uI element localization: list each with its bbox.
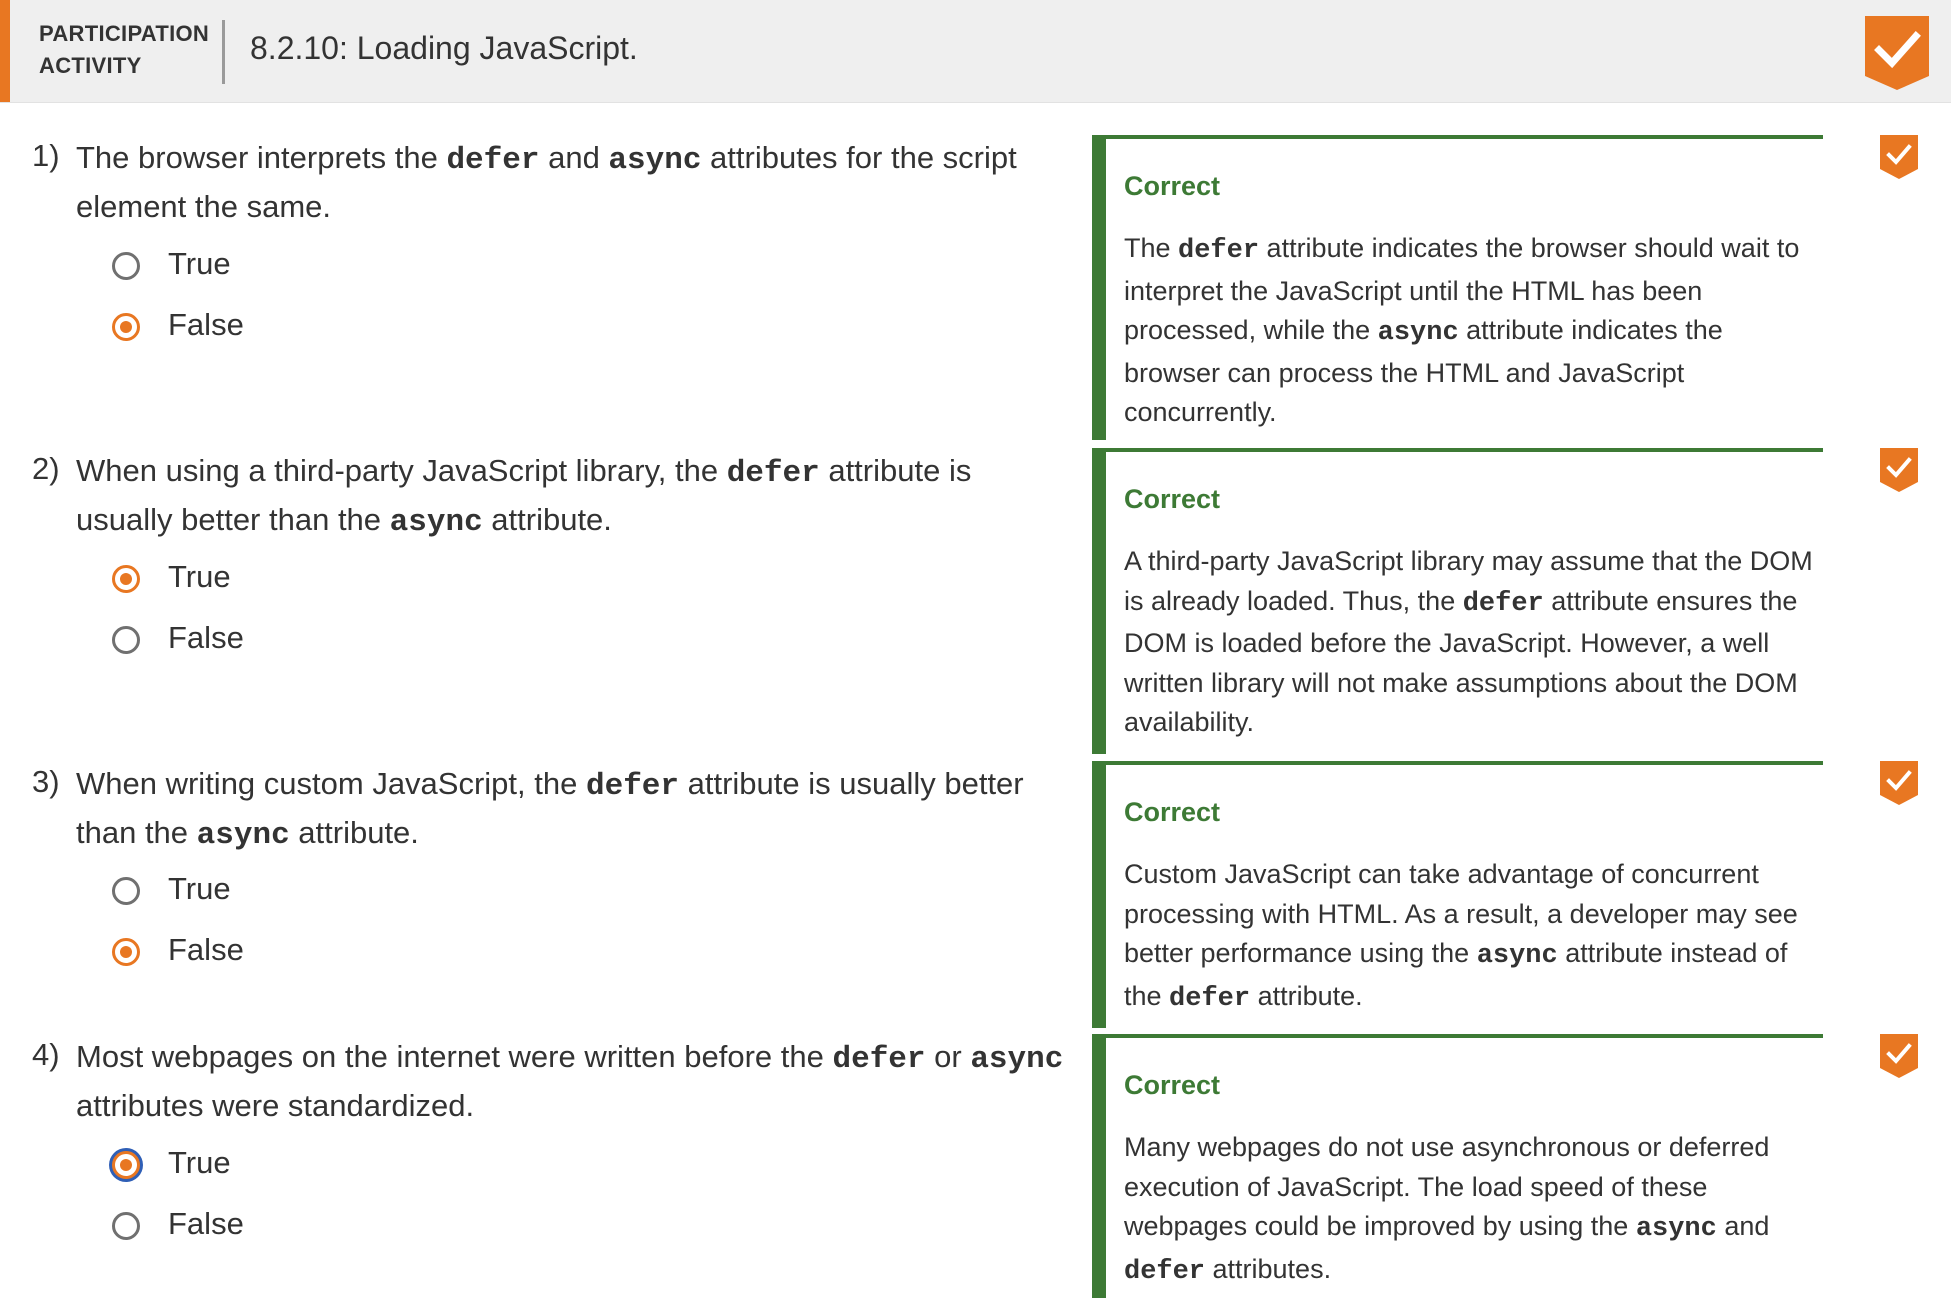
text-segment: attributes were standardized. — [76, 1088, 475, 1123]
activity-type-line2: ACTIVITY — [39, 53, 142, 78]
activity-type-line1: PARTICIPATION — [39, 21, 210, 46]
check-badge-icon — [1880, 448, 1918, 492]
option-label[interactable]: True — [168, 871, 231, 907]
radio-button-selected[interactable] — [112, 1151, 140, 1179]
radio-button-selected[interactable] — [112, 938, 140, 966]
text-segment: and — [1716, 1211, 1770, 1241]
text-segment: attribute. — [482, 502, 612, 537]
activity-type-label: PARTICIPATION ACTIVITY — [39, 18, 209, 82]
text-segment: When writing custom JavaScript, the — [76, 766, 586, 801]
code-keyword: defer — [1462, 588, 1544, 619]
feedback-title: Correct — [1124, 1070, 1221, 1100]
question-text: The browser interprets the defer and asy… — [76, 135, 1071, 230]
code-keyword: async — [608, 143, 702, 178]
option-label[interactable]: False — [168, 932, 244, 968]
text-segment: attributes. — [1205, 1253, 1332, 1284]
feedback-title: Correct — [1124, 484, 1221, 514]
participation-activity: PARTICIPATION ACTIVITY 8.2.10: Loading J… — [0, 0, 1951, 1298]
question-text: Most webpages on the internet were writt… — [76, 1034, 1071, 1129]
radio-button-selected[interactable] — [112, 313, 140, 341]
text-segment: When using a third-party JavaScript libr… — [76, 453, 727, 488]
question-number: 2) — [32, 451, 60, 486]
radio-button[interactable] — [112, 1212, 140, 1240]
question-number: 4) — [32, 1037, 60, 1072]
feedback-text: A third-party JavaScript library may ass… — [1124, 542, 1824, 743]
feedback-panel: Correct A third-party JavaScript library… — [1092, 448, 1823, 754]
feedback-text: The defer attribute indicates the browse… — [1124, 229, 1824, 433]
code-keyword: async — [196, 818, 290, 853]
radio-button-selected[interactable] — [112, 565, 140, 593]
code-keyword: defer — [1124, 1256, 1206, 1287]
code-keyword: async — [1377, 318, 1459, 348]
feedback-title: Correct — [1124, 171, 1221, 201]
text-segment: attribute. — [289, 815, 419, 850]
option-label[interactable]: False — [168, 620, 244, 656]
check-badge-icon — [1880, 761, 1918, 805]
text-segment: The — [1124, 233, 1179, 263]
code-keyword: defer — [1178, 236, 1260, 266]
radio-button[interactable] — [112, 626, 140, 654]
code-keyword: async — [1476, 941, 1558, 971]
feedback-panel: Correct The defer attribute indicates th… — [1092, 135, 1823, 440]
option-label[interactable]: True — [168, 246, 231, 282]
option-label[interactable]: True — [168, 1145, 231, 1181]
code-keyword: defer — [832, 1042, 926, 1077]
text-segment: and — [539, 140, 609, 175]
text-segment: attribute. — [1250, 980, 1363, 1011]
code-keyword: defer — [726, 456, 820, 491]
code-keyword: defer — [1169, 983, 1251, 1014]
feedback-panel: Correct Custom JavaScript can take advan… — [1092, 761, 1823, 1028]
text-segment: or — [925, 1039, 971, 1074]
activity-title: 8.2.10: Loading JavaScript. — [250, 30, 638, 66]
code-keyword: defer — [585, 769, 679, 804]
feedback-panel: Correct Many webpages do not use asynchr… — [1092, 1034, 1823, 1298]
feedback-text: Many webpages do not use asynchronous or… — [1124, 1128, 1824, 1292]
question-text: When using a third-party JavaScript libr… — [76, 448, 1071, 546]
question-number: 1) — [32, 138, 60, 173]
radio-button[interactable] — [112, 252, 140, 280]
option-label[interactable]: False — [168, 1206, 244, 1242]
header-accent-bar — [0, 0, 10, 102]
code-keyword: async — [389, 505, 483, 540]
text-segment: The browser interprets the — [76, 140, 447, 175]
option-label[interactable]: True — [168, 559, 231, 595]
option-label[interactable]: False — [168, 307, 244, 343]
code-keyword: defer — [446, 143, 540, 178]
text-segment: Most webpages on the internet were writt… — [76, 1039, 833, 1074]
feedback-text: Custom JavaScript can take advantage of … — [1124, 855, 1824, 1019]
check-badge-icon — [1880, 1034, 1918, 1078]
question-text: When writing custom JavaScript, the defe… — [76, 761, 1071, 859]
code-keyword: async — [1635, 1214, 1717, 1244]
question-number: 3) — [32, 764, 60, 799]
check-badge-icon — [1865, 16, 1929, 90]
activity-header: PARTICIPATION ACTIVITY 8.2.10: Loading J… — [0, 0, 1951, 103]
header-divider — [222, 20, 225, 84]
radio-button[interactable] — [112, 877, 140, 905]
code-keyword: async — [970, 1042, 1064, 1077]
feedback-title: Correct — [1124, 797, 1221, 827]
check-badge-icon — [1880, 135, 1918, 179]
